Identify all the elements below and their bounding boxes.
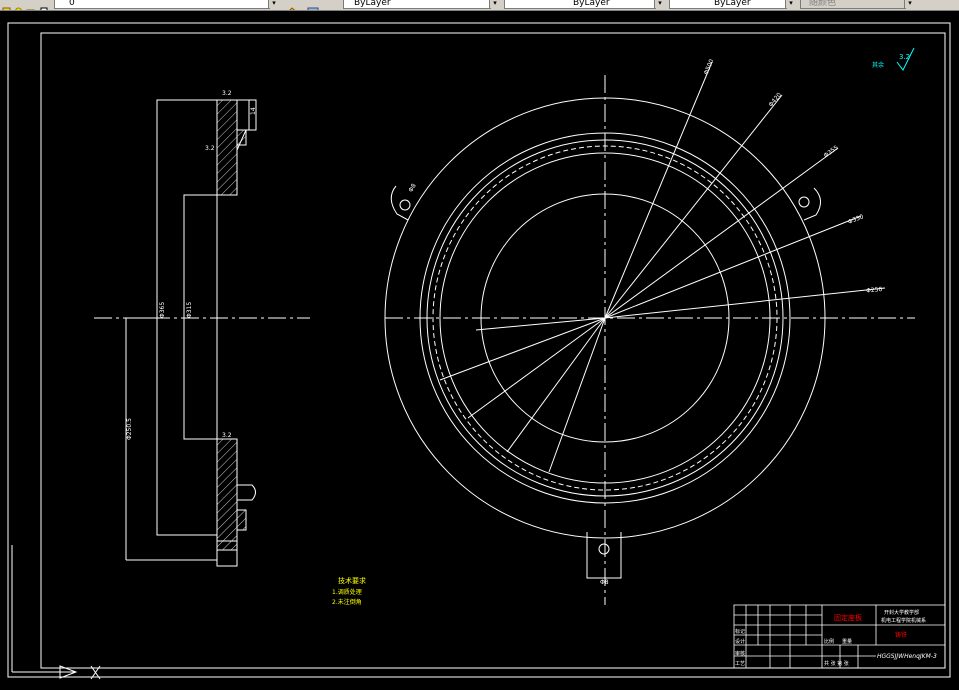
linetype-value: ByLayer (573, 0, 610, 8)
school-line-2: 机电工程学院机械系 (881, 617, 926, 624)
dim-side-1: Φ365 (159, 302, 166, 318)
layer-dropdown[interactable]: 0 (54, 0, 270, 9)
lineweight-value: ByLayer (714, 0, 751, 8)
cell-mark: 标记 (735, 628, 745, 635)
tech-req-title: 技术要求 (338, 576, 366, 585)
side-section-view (94, 99, 310, 567)
dim-front-5: Φ250 (866, 286, 883, 295)
cell-weight: 重量 (842, 638, 852, 645)
plotstyle-dropdown-arrow[interactable]: ▾ (904, 0, 915, 8)
dim-side-3: Φ250.5 (126, 418, 133, 440)
tech-req-2: 2.未注倒角 (332, 598, 362, 606)
cell-review: 审核 (735, 650, 745, 657)
dim-front-4: Φ330 (847, 213, 865, 226)
rough-side-1: 3.2 (222, 90, 232, 97)
lineweight-dropdown-arrow[interactable]: ▾ (785, 0, 796, 8)
cad-drawing: Φ365 Φ315 Φ250.5 14 3.2 3.2 3.2 Φ500 Φ42… (7, 22, 951, 680)
color-value: ByLayer (354, 0, 391, 8)
dim-front-1: Φ500 (703, 58, 716, 76)
linetype-dropdown-arrow[interactable]: ▾ (654, 0, 665, 8)
surface-note: 其余 (872, 61, 884, 69)
make-current-icon[interactable] (286, 0, 300, 10)
material: 铸铁 (895, 631, 907, 639)
cell-design: 设计 (735, 638, 745, 645)
dim-hole-2: Φ8 (600, 579, 609, 586)
cell-process: 工艺 (735, 661, 745, 667)
linetype-dropdown[interactable]: ByLayer (504, 0, 656, 9)
properties-toolbar: 0 ▾ ByLayer ▾ ByLayer ▾ ByLayer ▾ 随颜色 ▾ (0, 0, 959, 11)
layer-value: 0 (69, 0, 75, 8)
drawing-canvas[interactable]: Φ365 Φ315 Φ250.5 14 3.2 3.2 3.2 Φ500 Φ42… (0, 11, 959, 690)
cell-sheet: 共 张 第 张 (824, 660, 849, 667)
front-view (384, 61, 915, 605)
sun-icon[interactable] (14, 0, 23, 10)
tech-req-1: 1.调质处理 (332, 588, 362, 596)
part-name: 固定座板 (834, 613, 862, 622)
color-dropdown-arrow[interactable]: ▾ (489, 0, 500, 8)
dim-hole-1: Φ8 (407, 182, 417, 193)
dim-front-2: Φ420 (767, 91, 783, 108)
layer-dropdown-arrow[interactable]: ▾ (268, 0, 279, 8)
school-line-1: 开封大学教学部 (884, 609, 919, 616)
layer-state-icon[interactable] (2, 0, 11, 10)
layer-previous-icon[interactable] (306, 0, 320, 10)
rough-side-2: 3.2 (205, 145, 215, 152)
lock-icon[interactable] (26, 0, 35, 10)
ucs-icon (11, 545, 101, 680)
plotstyle-dropdown[interactable]: 随颜色 (800, 0, 906, 9)
color-swatch-icon (40, 0, 49, 10)
cell-scale: 比例 (824, 638, 834, 645)
outer-frame (7, 22, 951, 678)
lineweight-dropdown[interactable]: ByLayer (669, 0, 787, 9)
dim-side-4: 14 (250, 107, 257, 115)
dim-side-2: Φ315 (186, 302, 193, 318)
dim-front-3: Φ355 (823, 144, 840, 159)
color-dropdown[interactable]: ByLayer (343, 0, 491, 9)
drawing-number: HGGSJJWHenqJKM-3 (877, 653, 937, 660)
plotstyle-value: 随颜色 (809, 0, 837, 8)
rough-side-3: 3.2 (222, 432, 232, 439)
